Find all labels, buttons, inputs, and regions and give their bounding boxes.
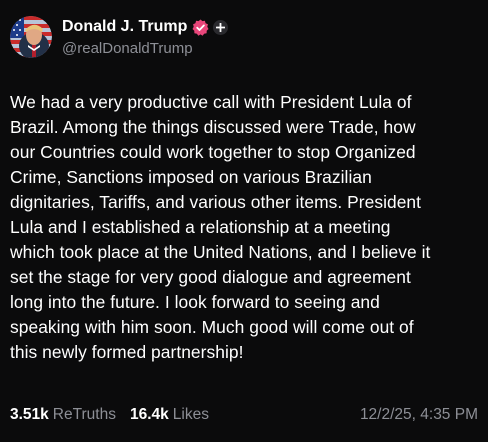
retruths-count: 3.51k <box>10 406 49 423</box>
follow-button[interactable] <box>213 19 229 35</box>
avatar[interactable] <box>10 16 52 58</box>
post-text-line: We had a very productive call with Presi… <box>10 92 412 112</box>
author-identity: Donald J. Trump @realDonaldTrump <box>62 16 229 57</box>
likes-stat[interactable]: 16.4k Likes <box>130 406 209 424</box>
plus-icon <box>216 22 226 32</box>
name-row: Donald J. Trump <box>62 17 229 37</box>
flag-portrait-avatar-icon <box>10 16 52 58</box>
post-text-line: Brazil. Among the things discussed were … <box>10 117 416 137</box>
retruths-stat[interactable]: 3.51k ReTruths <box>10 406 116 424</box>
post-footer: 3.51k ReTruths 16.4k Likes 12/2/25, 4:35… <box>10 404 478 426</box>
likes-label: Likes <box>172 406 209 423</box>
post-text-line: which took place at the United Nations, … <box>10 242 431 262</box>
post-header: Donald J. Trump @realDonaldTrump <box>10 16 229 58</box>
likes-count: 16.4k <box>129 406 169 423</box>
author-handle[interactable]: @realDonaldTrump <box>62 40 228 57</box>
post-text-line: set the stage for very good dialogue and… <box>10 267 411 287</box>
post-timestamp[interactable]: 12/2/25, 4:35 PM <box>360 406 478 424</box>
post-text-line: Lula and I established a relationship at… <box>10 217 391 237</box>
post-text-line: our Countries could work together to sto… <box>10 142 416 162</box>
post-text-line: long into the future. I look forward to … <box>10 292 380 312</box>
post-text-line: Crime, Sanctions imposed on various Braz… <box>10 167 372 187</box>
author-display-name[interactable]: Donald J. Trump <box>62 18 187 36</box>
post-text: We had a very productive call with Presi… <box>10 90 480 365</box>
post-text-line: dignitaries, Tariffs, and various other … <box>10 192 422 212</box>
post-text-line: this newly formed partnership! <box>10 342 244 362</box>
post-text-line: speaking with him soon. Much good will c… <box>10 317 414 337</box>
verified-badge-icon <box>192 19 209 36</box>
retruths-label: ReTruths <box>52 406 116 423</box>
post-card: Donald J. Trump @realDonaldTrump We had … <box>0 0 488 442</box>
